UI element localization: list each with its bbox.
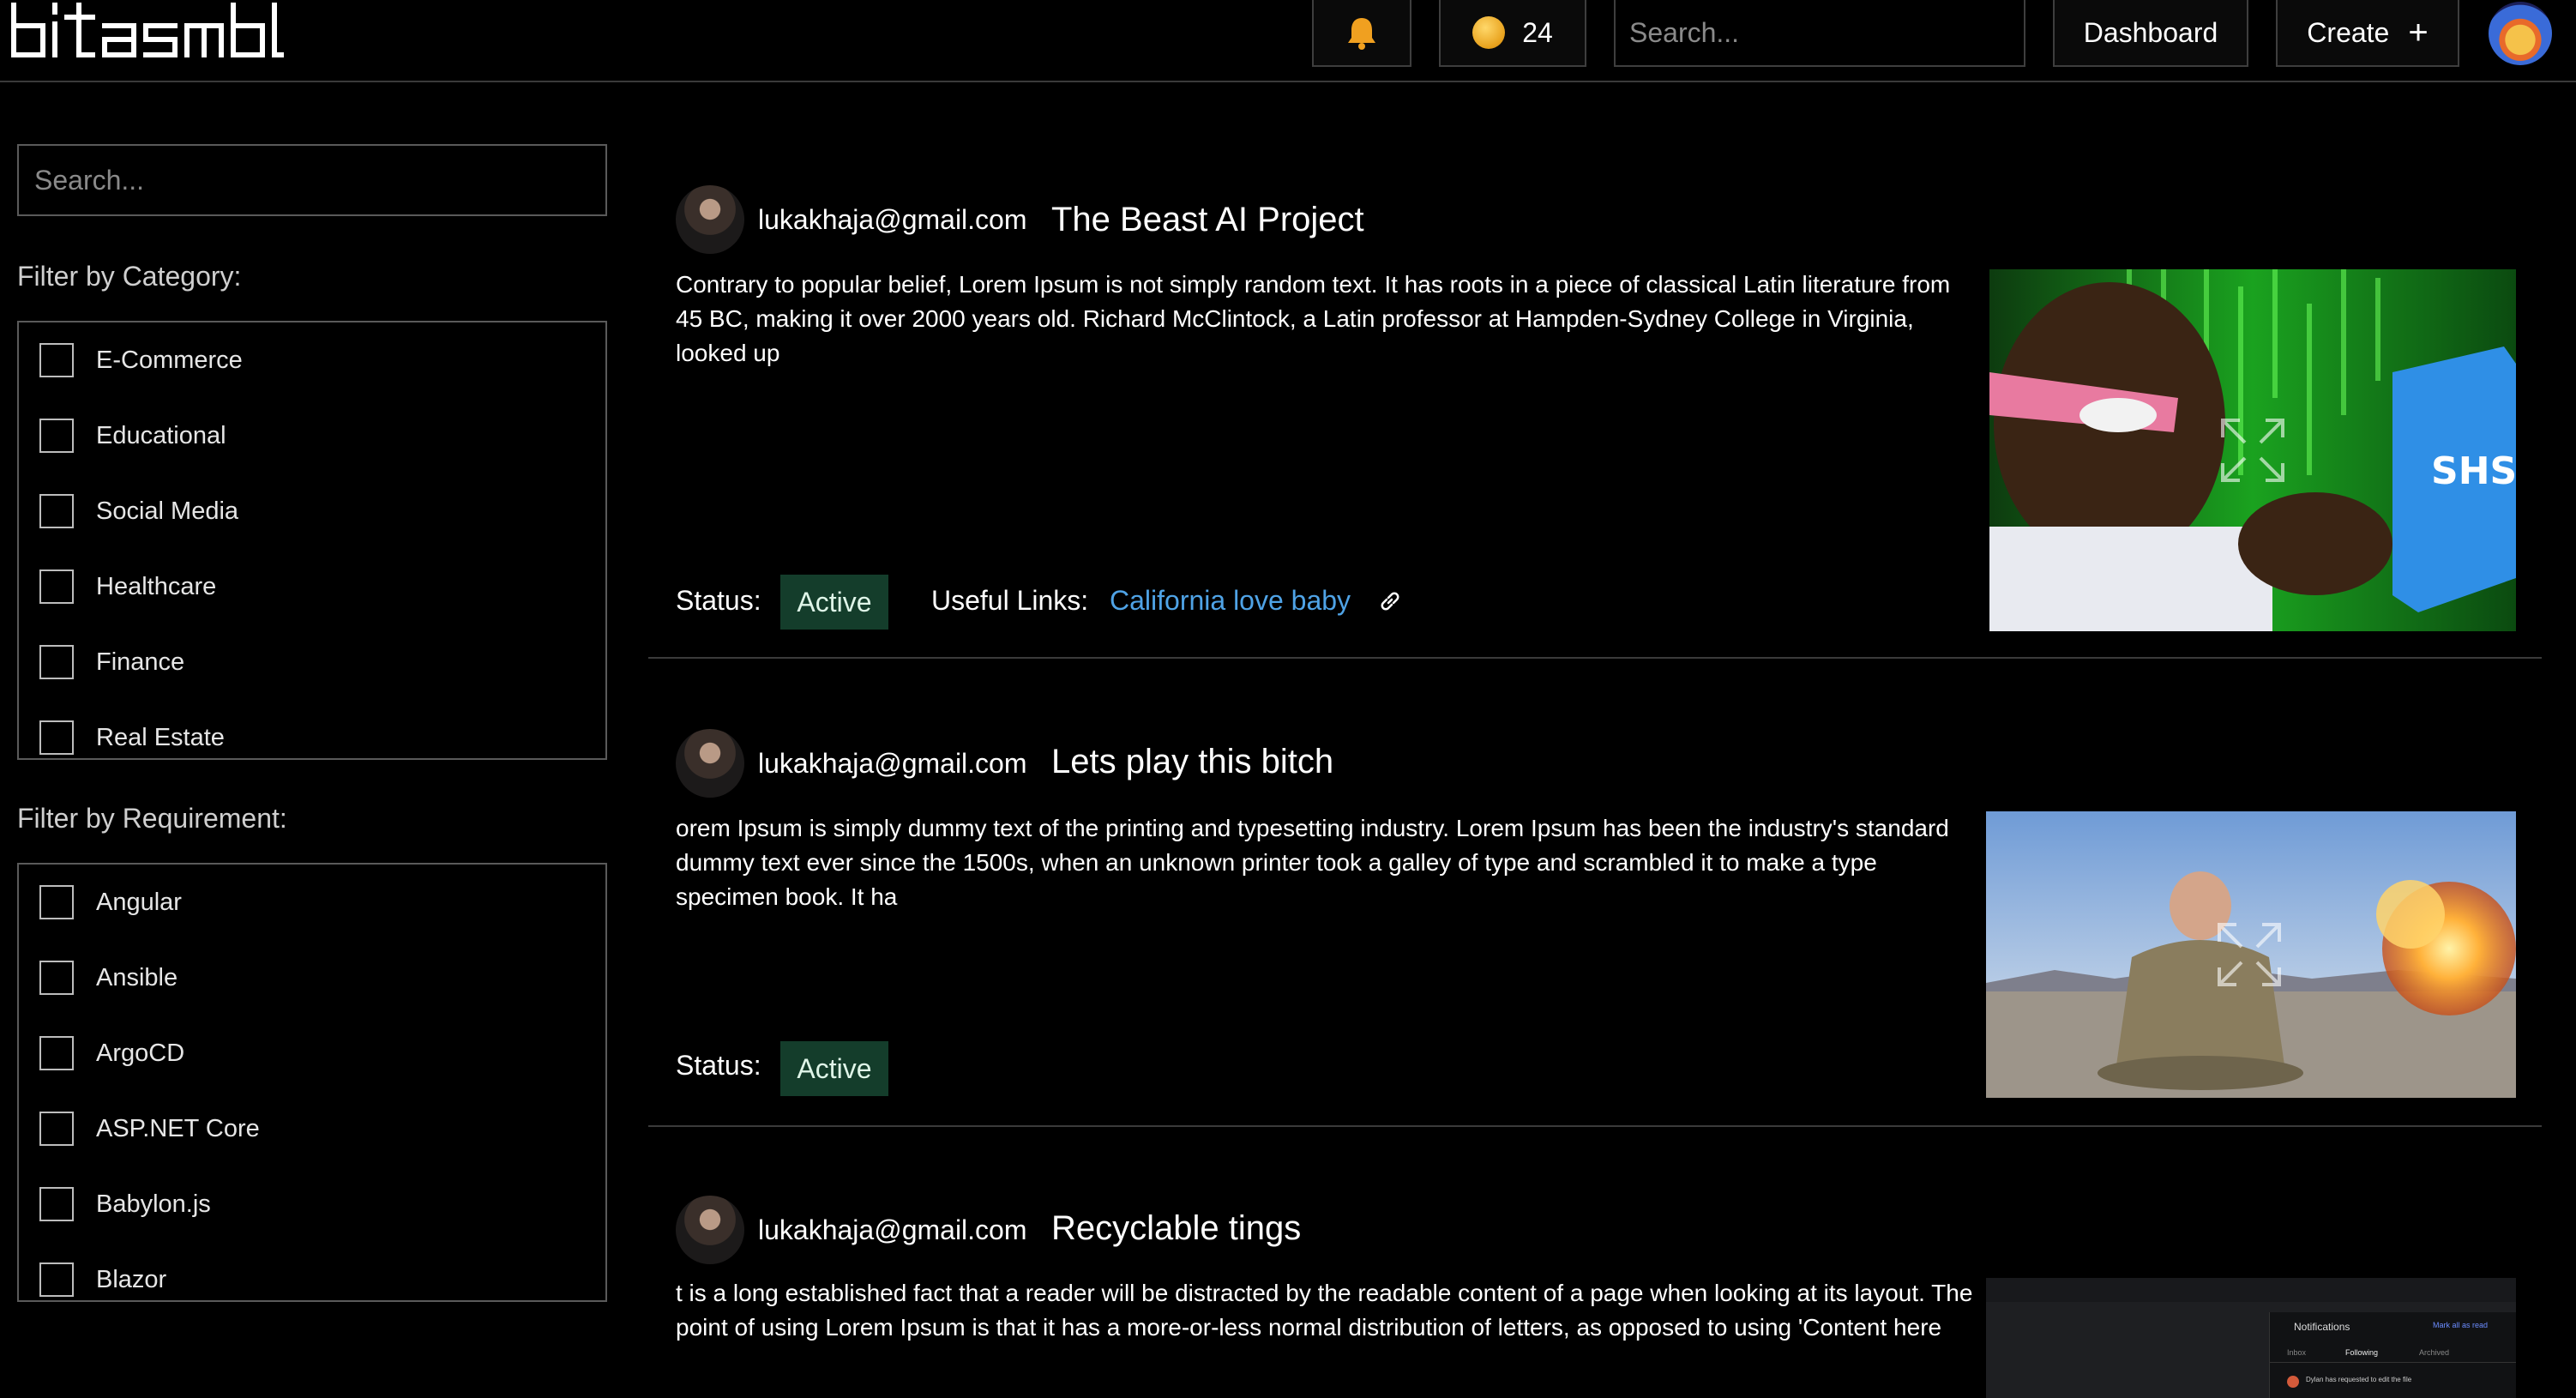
category-label: Finance — [96, 648, 185, 676]
svg-text:SHS: SHS — [2431, 449, 2516, 493]
author-email[interactable]: lukakhaja@gmail.com — [758, 204, 1027, 236]
requirement-filter-list[interactable]: Angular Ansible ArgoCD ASP.NET Core Baby… — [17, 863, 607, 1302]
category-label: Educational — [96, 421, 226, 449]
thumbnail-tab: Inbox — [2287, 1348, 2307, 1357]
requirement-checkbox[interactable] — [39, 961, 74, 995]
post-title[interactable]: Recyclable tings — [1051, 1209, 1301, 1248]
post-divider — [648, 657, 2542, 659]
post-title[interactable]: Lets play this bitch — [1051, 743, 1333, 781]
requirement-label: ASP.NET Core — [96, 1114, 260, 1142]
coin-icon — [1472, 16, 1506, 49]
author-avatar[interactable] — [676, 185, 744, 254]
thumbnail-toolbar — [1986, 1278, 2516, 1302]
notifications-button[interactable] — [1312, 0, 1411, 67]
post-title[interactable]: The Beast AI Project — [1051, 201, 1364, 239]
category-filter-title: Filter by Category: — [17, 261, 242, 292]
useful-link[interactable]: California love baby — [1110, 585, 1351, 617]
link-icon[interactable] — [1377, 588, 1403, 614]
category-checkbox[interactable] — [39, 494, 74, 528]
author-email[interactable]: lukakhaja@gmail.com — [758, 1214, 1027, 1246]
thumbnail-action: Mark all as read — [2433, 1321, 2489, 1329]
project-card[interactable]: lukakhaja@gmail.com Recyclable tings t i… — [648, 1190, 2542, 1398]
requirement-item[interactable]: Ansible — [39, 959, 178, 997]
sidebar-search-input[interactable] — [17, 144, 607, 216]
project-card[interactable]: lukakhaja@gmail.com Lets play this bitch… — [648, 724, 2542, 1127]
category-filter-list[interactable]: E-Commerce Educational Social Media Heal… — [17, 321, 607, 760]
top-navbar: 24 Dashboard Create + — [0, 0, 2576, 82]
category-checkbox[interactable] — [39, 645, 74, 679]
category-item[interactable]: Social Media — [39, 492, 238, 530]
dashboard-button[interactable]: Dashboard — [2053, 0, 2248, 67]
bell-icon — [1348, 18, 1375, 50]
thumbnail-divider — [2270, 1362, 2516, 1363]
requirement-item[interactable]: Babylon.js — [39, 1185, 211, 1223]
status-label: Status: — [676, 585, 761, 616]
post-description: t is a long established fact that a read… — [676, 1280, 1973, 1341]
user-avatar[interactable] — [2489, 2, 2552, 65]
project-card[interactable]: lukakhaja@gmail.com The Beast AI Project… — [648, 180, 2542, 660]
requirement-checkbox[interactable] — [39, 1036, 74, 1070]
category-item[interactable]: Finance — [39, 643, 184, 681]
category-item[interactable]: E-Commerce — [39, 341, 243, 379]
site-logo[interactable] — [9, 0, 285, 60]
category-checkbox[interactable] — [39, 569, 74, 604]
thumbnail-panel: Notifications Mark all as read Inbox Fol… — [2269, 1312, 2516, 1398]
post-description: orem Ipsum is simply dummy text of the p… — [676, 815, 1949, 910]
thumbnail-tab: Archived — [2419, 1348, 2450, 1357]
requirement-checkbox[interactable] — [39, 1187, 74, 1221]
requirement-item[interactable]: Blazor — [39, 1261, 166, 1299]
expand-icon[interactable] — [2211, 916, 2288, 993]
dashboard-label: Dashboard — [2083, 16, 2218, 48]
category-item[interactable]: Real Estate — [39, 719, 225, 756]
coin-balance[interactable]: 24 — [1439, 0, 1586, 67]
category-label: Social Media — [96, 497, 239, 525]
thumbnail-heading: Notifications — [2294, 1321, 2350, 1333]
plus-icon: + — [2408, 14, 2429, 51]
author-email[interactable]: lukakhaja@gmail.com — [758, 748, 1027, 780]
thumbnail-item: Dylan has requested to edit the file — [2306, 1376, 2412, 1383]
status-badge: Active — [780, 1041, 888, 1096]
requirement-checkbox[interactable] — [39, 885, 74, 919]
status-label: Status: — [676, 1050, 761, 1081]
category-label: E-Commerce — [96, 346, 243, 374]
author-avatar[interactable] — [676, 1196, 744, 1264]
category-checkbox[interactable] — [39, 419, 74, 453]
category-checkbox[interactable] — [39, 343, 74, 377]
category-checkbox[interactable] — [39, 720, 74, 755]
requirement-label: ArgoCD — [96, 1039, 185, 1067]
project-thumbnail[interactable]: Notifications Mark all as read Inbox Fol… — [1986, 1278, 2516, 1398]
requirement-item[interactable]: ASP.NET Core — [39, 1110, 260, 1148]
thumbnail-tab: Following — [2345, 1348, 2379, 1357]
category-label: Healthcare — [96, 572, 217, 600]
author-avatar[interactable] — [676, 729, 744, 798]
category-label: Real Estate — [96, 723, 225, 751]
requirement-label: Blazor — [96, 1265, 167, 1293]
expand-icon[interactable] — [2214, 412, 2291, 489]
create-button[interactable]: Create + — [2276, 0, 2459, 67]
post-description: Contrary to popular belief, Lorem Ipsum … — [676, 271, 1951, 366]
coin-count: 24 — [1522, 16, 1553, 48]
requirement-checkbox[interactable] — [39, 1262, 74, 1297]
thumbnail-avatar — [2287, 1376, 2299, 1388]
status-badge: Active — [780, 575, 888, 630]
requirement-label: Ansible — [96, 963, 178, 991]
category-item[interactable]: Healthcare — [39, 568, 216, 606]
post-divider — [648, 1125, 2542, 1127]
project-thumbnail[interactable] — [1986, 811, 2516, 1098]
requirement-label: Babylon.js — [96, 1190, 211, 1218]
requirement-item[interactable]: Angular — [39, 883, 182, 921]
create-label: Create — [2307, 16, 2390, 48]
requirement-checkbox[interactable] — [39, 1112, 74, 1146]
category-item[interactable]: Educational — [39, 417, 226, 455]
header-search-input[interactable] — [1614, 0, 2025, 67]
requirement-item[interactable]: ArgoCD — [39, 1034, 184, 1072]
project-thumbnail[interactable]: SHS — [1989, 269, 2516, 631]
requirement-label: Angular — [96, 888, 182, 916]
useful-links-label: Useful Links: — [931, 585, 1089, 616]
requirement-filter-title: Filter by Requirement: — [17, 803, 287, 834]
